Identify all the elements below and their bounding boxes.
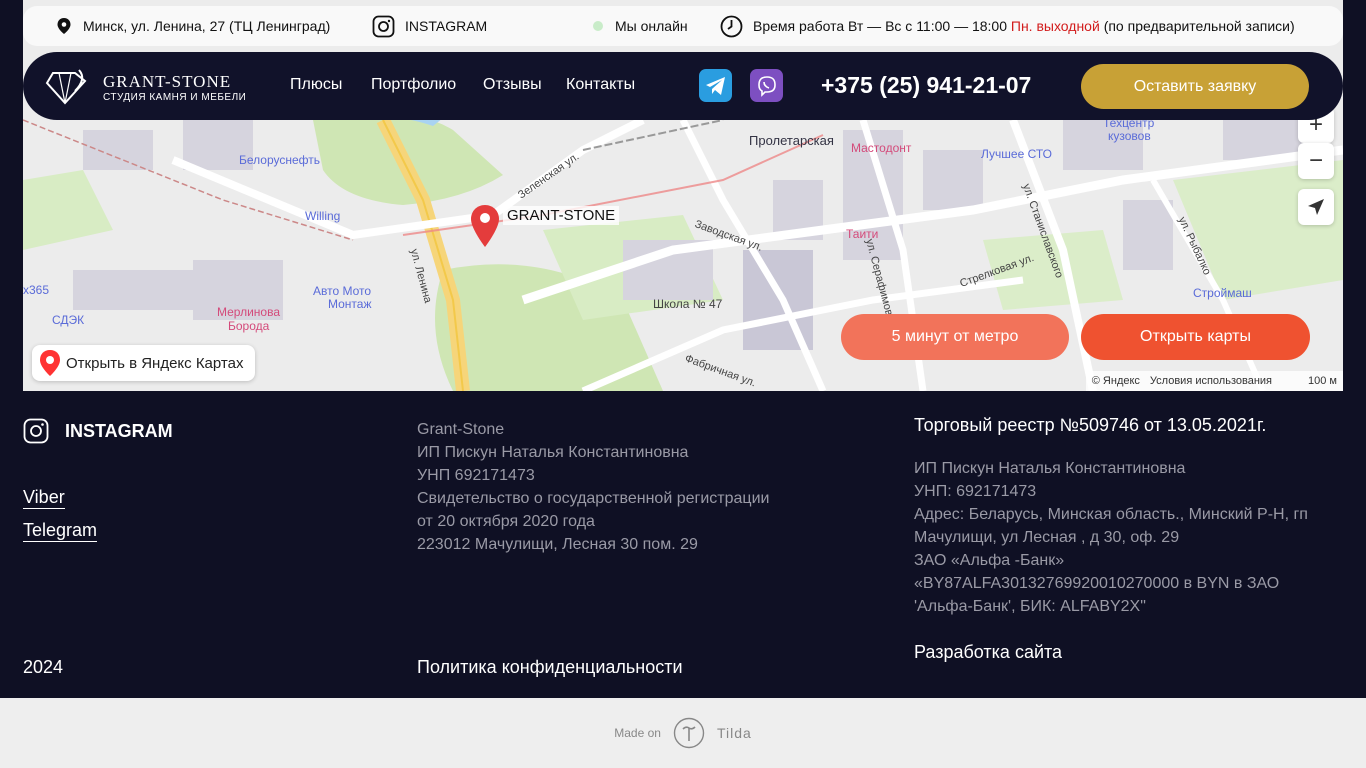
tilda-name: Tilda	[716, 725, 752, 741]
map-label-merlinova: Мерлинова	[217, 305, 280, 319]
company-line: от 20 октября 2020 года	[417, 513, 595, 530]
company-line: 223012 Мачулищи, Лесная 30 пом. 29	[417, 536, 698, 553]
logo-title: GRANT-STONE	[103, 71, 232, 91]
tilda-badge[interactable]: Made on Tilda	[0, 698, 1366, 768]
map-scale: 100 м	[1308, 375, 1337, 387]
map-label-sto: Лучшее СТО	[981, 147, 1052, 161]
map-label-school: Школа № 47	[653, 297, 723, 311]
map-pin-icon[interactable]	[471, 205, 499, 252]
address-item[interactable]: Минск, ул. Ленина, 27 (ТЦ Ленинград)	[55, 17, 330, 35]
online-status: Мы онлайн	[593, 18, 688, 34]
map-copyright-bar: © Яндекс Условия использования 100 м	[1085, 371, 1343, 391]
copyright-year: 2024	[23, 657, 64, 677]
registry-title: Торговый реестр №509746 от 13.05.2021г.	[914, 415, 1267, 435]
made-on-text: Made on	[614, 726, 661, 740]
nav-item-contacts[interactable]: Контакты	[566, 76, 635, 94]
footer-telegram-link[interactable]: Telegram	[23, 519, 98, 542]
company-line: Свидетельство о государственной регистра…	[417, 490, 770, 507]
info-bar: Минск, ул. Ленина, 27 (ТЦ Ленинград) INS…	[23, 6, 1343, 46]
nav-item-reviews[interactable]: Отзывы	[483, 76, 542, 94]
map-label-avtomoto-2: Монтаж	[328, 297, 372, 311]
instagram-top-label: INSTAGRAM	[405, 18, 488, 34]
diamond-logo-icon	[45, 69, 87, 105]
registry-line: УНП: 692171473	[914, 483, 1037, 500]
open-yandex-maps-link[interactable]: Открыть в Яндекс Картах	[32, 345, 256, 381]
map-label-sdek: СДЭК	[52, 313, 85, 327]
map-pin-label: GRANT-STONE	[503, 206, 620, 225]
logo[interactable]: GRANT-STONE СТУДИЯ КАМНЯ И МЕБЕЛИ	[45, 67, 246, 107]
instagram-top-link[interactable]: INSTAGRAM	[372, 15, 487, 38]
map-label-mastodont: Мастодонт	[851, 141, 912, 155]
nav-item-plusy[interactable]: Плюсы	[290, 76, 342, 94]
tilda-logo-icon	[673, 717, 705, 749]
online-dot-icon	[593, 21, 603, 31]
phone-number[interactable]: +375 (25) 941-21-07	[821, 72, 1031, 99]
company-line: ИП Пискун Наталья Константиновна	[417, 444, 689, 461]
map-label-avtomoto: Авто Мото	[313, 284, 372, 298]
registry-line: ИП Пискун Наталья Константиновна	[914, 460, 1186, 477]
day-off-text: Пн. выходной	[1010, 18, 1100, 34]
company-line: УНП 692171473	[417, 467, 535, 484]
location-arrow-icon	[1308, 199, 1324, 215]
open-yandex-maps-label: Открыть в Яндекс Картах	[66, 354, 244, 372]
map-label-stroymash: Строймаш	[1193, 286, 1252, 300]
company-line: Grant-Stone	[417, 421, 505, 438]
leave-request-button[interactable]: Оставить заявку	[1081, 64, 1309, 109]
location-pin-icon	[57, 18, 71, 34]
metro-button[interactable]: 5 минут от метро	[841, 314, 1069, 360]
zoom-out-button[interactable]: −	[1298, 143, 1334, 179]
telegram-icon	[705, 76, 725, 95]
map-label-x365: x365	[23, 283, 50, 297]
footer-instagram-link[interactable]: INSTAGRAM	[23, 418, 173, 444]
registry-line: Адрес: Беларусь, Минская область., Минск…	[914, 506, 1308, 523]
map-label-techcentr-2: кузовов	[1108, 129, 1151, 143]
registry-line: «BY87ALFA30132769920010270000 в BYN в ЗА…	[914, 575, 1280, 592]
map-terms-link[interactable]: Условия использования	[1150, 375, 1272, 387]
address-text: Минск, ул. Ленина, 27 (ТЦ Ленинград)	[83, 18, 331, 34]
viber-button[interactable]	[750, 69, 783, 102]
hours-text: Время работа Вт — Вс с 11:00 — 18:00 Пн.…	[753, 18, 1295, 34]
footer-instagram-label: INSTAGRAM	[65, 420, 173, 441]
registry-info: ИП Пискун Наталья Константиновна УНП: 69…	[914, 457, 1334, 618]
map-label-willing: Willing	[305, 209, 341, 223]
registry-line: 'Альфа-Банк', БИК: ALFABY2X"	[914, 598, 1146, 615]
privacy-policy-link[interactable]: Политика конфиденциальности	[417, 657, 683, 678]
registry-line: ЗАО «Альфа -Банк»	[914, 552, 1065, 569]
clock-icon	[720, 15, 743, 37]
online-text: Мы онлайн	[615, 18, 688, 34]
site-development-link[interactable]: Разработка сайта	[914, 642, 1062, 663]
telegram-button[interactable]	[699, 69, 732, 102]
map-label-belorusneft: Белоруснефть	[239, 153, 321, 167]
registry-line: Мачулищи, ул Лесная , д 30, оф. 29	[914, 529, 1180, 546]
footer-viber-link[interactable]: Viber	[23, 486, 65, 509]
instagram-icon	[23, 418, 49, 444]
map-label-merlinova-2: Борода	[228, 319, 270, 333]
map-copyright[interactable]: © Яндекс	[1092, 375, 1140, 387]
geolocation-button[interactable]	[1298, 189, 1334, 225]
map-label-metro: Пролетарская	[749, 133, 834, 148]
logo-subtitle: СТУДИЯ КАМНЯ И МЕБЕЛИ	[103, 91, 247, 103]
company-info: Grant-Stone ИП Пискун Наталья Константин…	[417, 418, 769, 556]
yandex-pin-icon	[40, 350, 60, 376]
open-maps-button[interactable]: Открыть карты	[1081, 314, 1310, 360]
instagram-icon	[372, 15, 395, 37]
nav-item-portfolio[interactable]: Портфолио	[371, 76, 456, 94]
viber-icon	[757, 75, 776, 97]
main-navbar: GRANT-STONE СТУДИЯ КАМНЯ И МЕБЕЛИ Плюсы …	[23, 52, 1343, 120]
working-hours: Время работа Вт — Вс с 11:00 — 18:00 Пн.…	[720, 15, 1295, 38]
